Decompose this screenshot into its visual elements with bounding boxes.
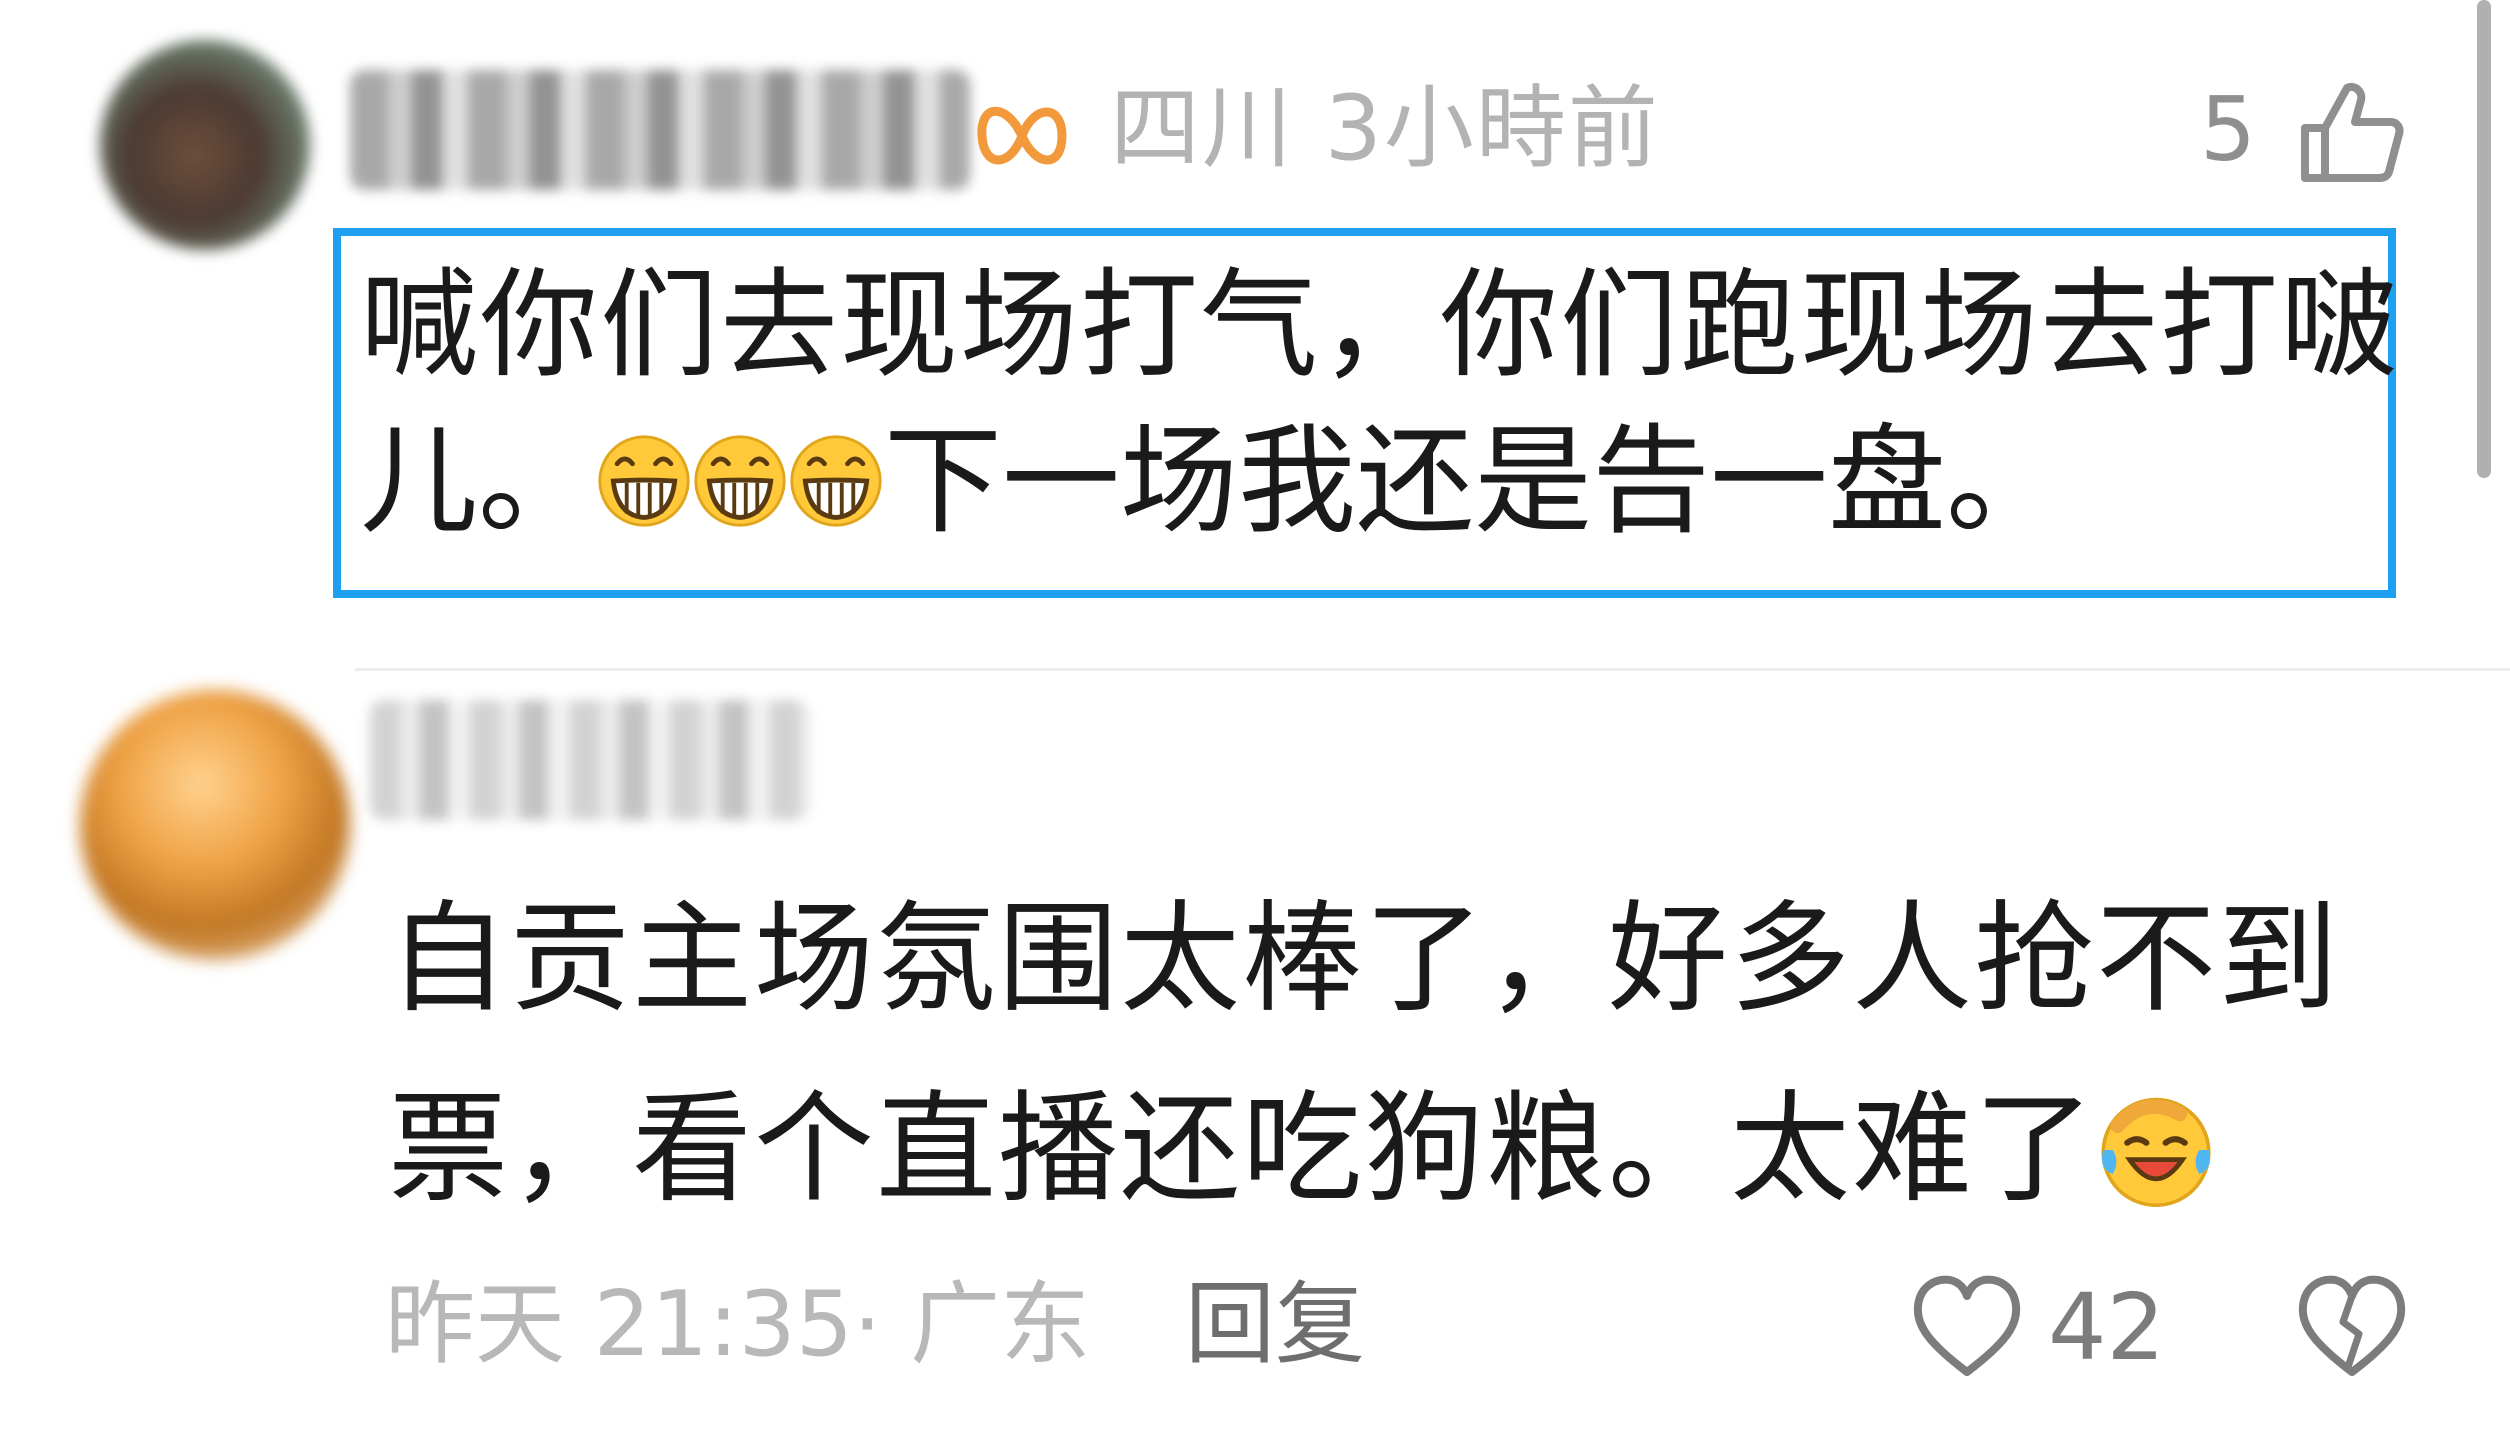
comment-text-line-1: 喊你们去现场打气，你们跑现场去打啵 (360, 256, 2401, 394)
username-commenter-1-blurred[interactable] (350, 70, 970, 190)
laugh-cry-emoji-icon (2101, 1097, 2211, 1207)
comment-date-location: 昨天 21:35· 广东 (385, 1272, 1091, 1377)
comment-text-line-2: 儿。 下一场我还是告一盘。 (360, 422, 2064, 540)
grin-emoji-icon (598, 435, 690, 527)
like-count: 42 (2048, 1274, 2166, 1381)
comment-text-segment: 儿。 (360, 412, 597, 550)
orange-infinity-badge-icon (977, 106, 1067, 165)
grin-emoji-icon (790, 435, 882, 527)
scrollbar[interactable] (2477, 0, 2491, 478)
thumbs-up-icon[interactable] (2295, 78, 2405, 188)
broken-heart-icon[interactable] (2295, 1272, 2410, 1382)
comment-text-segment: 下一场我还是告一盘。 (884, 412, 2065, 550)
avatar-commenter-2[interactable] (80, 690, 350, 960)
heart-icon[interactable] (1910, 1272, 2025, 1382)
grin-emoji-icon (694, 435, 786, 527)
username-commenter-2-blurred[interactable] (370, 700, 810, 820)
reply-button[interactable]: 回复 (1185, 1280, 1365, 1370)
comment-text-line-1: 自贡主场氛围太棒了，好多人抢不到 (388, 890, 2340, 1029)
avatar-commenter-1[interactable] (100, 40, 310, 250)
comment-text-segment: 票，看个直播还吃狗粮。太难了 (388, 1080, 2096, 1219)
comment-meta-location-time: 四川 3小時前 (1110, 76, 1660, 181)
comment-divider (355, 668, 2510, 671)
like-count: 5 (2200, 78, 2256, 181)
comment-text-line-2: 票，看个直播还吃狗粮。太难了 (388, 1090, 2216, 1210)
